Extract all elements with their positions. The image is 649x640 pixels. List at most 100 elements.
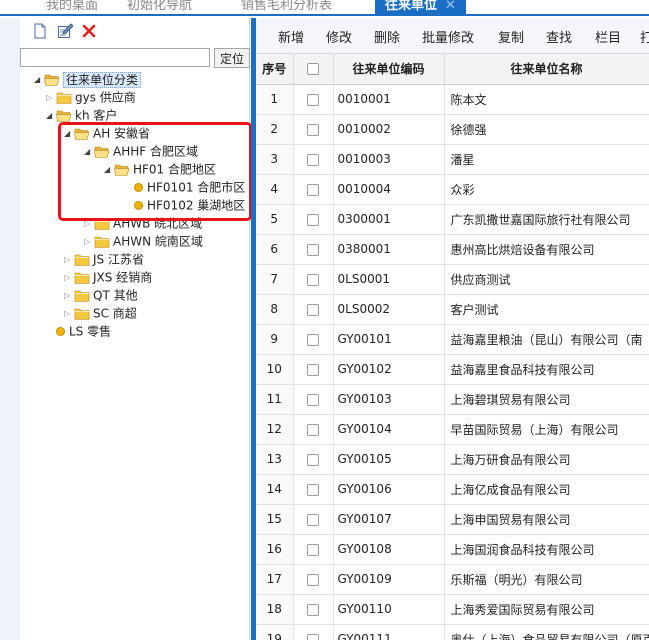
row-checkbox[interactable] xyxy=(307,153,319,166)
tree-node[interactable]: LS 零售 xyxy=(46,322,111,340)
table-row[interactable]: 8 0LS0002 客户测试 xyxy=(256,294,649,325)
row-select[interactable] xyxy=(293,144,334,175)
table-row[interactable]: 12 GY00104 早苗国际贸易（上海）有限公司 xyxy=(256,414,649,445)
tree-node[interactable]: ▷ AHWN 皖南区域 xyxy=(84,232,203,250)
tree-node[interactable]: ◢ kh 客户 xyxy=(46,106,117,124)
close-icon[interactable]: ✕ xyxy=(445,0,456,13)
table-row[interactable]: 1 0010001 陈本文 xyxy=(256,84,649,115)
tab-my-desktop[interactable]: 我的桌面 xyxy=(46,0,98,14)
new-file-icon[interactable] xyxy=(32,23,48,39)
row-select[interactable] xyxy=(293,204,334,235)
table-row[interactable]: 9 GY00101 益海嘉里粮油（昆山）有限公司（南 xyxy=(256,324,649,355)
tab-init-nav[interactable]: 初始化导航 xyxy=(127,0,192,14)
select-all-checkbox[interactable] xyxy=(307,63,319,76)
row-checkbox[interactable] xyxy=(307,573,319,586)
row-select[interactable] xyxy=(293,354,334,385)
row-checkbox[interactable] xyxy=(307,273,319,286)
row-select[interactable] xyxy=(293,294,334,325)
row-checkbox[interactable] xyxy=(307,363,319,376)
tree-node[interactable]: ▷ JS 江苏省 xyxy=(64,250,144,268)
tree-expand-icon[interactable]: ▷ xyxy=(84,233,94,251)
tree-node[interactable]: ◢ 往来单位分类 xyxy=(34,70,142,89)
row-checkbox[interactable] xyxy=(307,633,319,640)
row-select[interactable] xyxy=(293,234,334,265)
tree-collapse-icon[interactable]: ◢ xyxy=(84,143,94,161)
table-row[interactable]: 17 GY00109 乐斯福（明光）有限公司 xyxy=(256,564,649,595)
tree-node[interactable]: ▷ gys 供应商 xyxy=(46,88,136,106)
tree-expand-icon[interactable]: ▷ xyxy=(46,89,56,107)
table-row[interactable]: 4 0010004 众彩 xyxy=(256,174,649,205)
row-checkbox[interactable] xyxy=(307,543,319,556)
toolbar-button[interactable]: 批量修改 xyxy=(422,27,474,46)
row-checkbox[interactable] xyxy=(307,423,319,436)
col-header-name[interactable]: 往来单位名称 xyxy=(444,54,649,85)
row-select[interactable] xyxy=(293,504,334,535)
table-row[interactable]: 10 GY00102 益海嘉里食品科技有限公司 xyxy=(256,354,649,385)
row-select[interactable] xyxy=(293,324,334,355)
tree-node[interactable]: ▷ AHWB 皖北区域 xyxy=(84,214,202,232)
table-row[interactable]: 3 0010003 潘星 xyxy=(256,144,649,175)
row-select[interactable] xyxy=(293,84,334,115)
row-checkbox[interactable] xyxy=(307,453,319,466)
row-checkbox[interactable] xyxy=(307,243,319,256)
row-select[interactable] xyxy=(293,264,334,295)
row-checkbox[interactable] xyxy=(307,303,319,316)
table-row[interactable]: 6 0380001 惠州高比烘焙设备有限公司 xyxy=(256,234,649,265)
tree-expand-icon[interactable]: ▷ xyxy=(64,287,74,305)
tree-node[interactable]: ▷ SC 商超 xyxy=(64,304,137,322)
row-checkbox[interactable] xyxy=(307,213,319,226)
table-row[interactable]: 18 GY00110 上海秀爱国际贸易有限公司 xyxy=(256,594,649,625)
tab-contacts[interactable]: 往来单位 ✕ xyxy=(375,0,466,14)
table-row[interactable]: 16 GY00108 上海国润食品科技有限公司 xyxy=(256,534,649,565)
row-select[interactable] xyxy=(293,594,334,625)
toolbar-button[interactable]: 修改 xyxy=(326,27,352,46)
table-row[interactable]: 19 GY00111 奥仕（上海）食品贸易有限公司（原百 xyxy=(256,624,649,640)
tree-node[interactable]: HF0101 合肥市区 xyxy=(124,178,245,196)
search-input[interactable] xyxy=(20,48,210,67)
row-select[interactable] xyxy=(293,414,334,445)
tree-expand-icon[interactable]: ▷ xyxy=(64,251,74,269)
tree-expand-icon[interactable]: ▷ xyxy=(64,305,74,323)
toolbar-button[interactable]: 新增 xyxy=(278,27,304,46)
row-select[interactable] xyxy=(293,474,334,505)
tree-node[interactable]: ▷ QT 其他 xyxy=(64,286,138,304)
tree-collapse-icon[interactable]: ◢ xyxy=(34,71,44,89)
tree-node[interactable]: ▷ JXS 经销商 xyxy=(64,268,152,286)
row-checkbox[interactable] xyxy=(307,393,319,406)
tab-sales-margin[interactable]: 销售毛利分析表 xyxy=(241,0,332,14)
delete-icon[interactable] xyxy=(81,23,97,39)
col-header-select[interactable] xyxy=(293,54,334,85)
edit-icon[interactable] xyxy=(57,23,74,39)
row-checkbox[interactable] xyxy=(307,333,319,346)
table-row[interactable]: 7 0LS0001 供应商测试 xyxy=(256,264,649,295)
tree-node[interactable]: HF0102 巢湖地区 xyxy=(124,196,245,214)
tree-expand-icon[interactable]: ▷ xyxy=(64,269,74,287)
toolbar-button[interactable]: 删除 xyxy=(374,27,400,46)
row-select[interactable] xyxy=(293,174,334,205)
tree-node[interactable]: ◢ AHHF 合肥区域 xyxy=(84,142,198,160)
row-select[interactable] xyxy=(293,444,334,475)
row-checkbox[interactable] xyxy=(307,183,319,196)
toolbar-button[interactable]: 查找 xyxy=(546,27,572,46)
row-checkbox[interactable] xyxy=(307,93,319,106)
row-select[interactable] xyxy=(293,384,334,415)
row-checkbox[interactable] xyxy=(307,483,319,496)
locate-button[interactable]: 定位 xyxy=(214,48,250,68)
row-select[interactable] xyxy=(293,564,334,595)
toolbar-button[interactable]: 打 xyxy=(640,27,649,46)
tree-collapse-icon[interactable]: ◢ xyxy=(64,125,74,143)
toolbar-button[interactable]: 复制 xyxy=(498,27,524,46)
table-row[interactable]: 15 GY00107 上海申国贸易有限公司 xyxy=(256,504,649,535)
row-select[interactable] xyxy=(293,624,334,640)
tree-expand-icon[interactable]: ▷ xyxy=(84,215,94,233)
toolbar-button[interactable]: 栏目 xyxy=(595,27,621,46)
col-header-seq[interactable]: 序号 xyxy=(256,54,294,85)
table-row[interactable]: 11 GY00103 上海碧琪贸易有限公司 xyxy=(256,384,649,415)
row-checkbox[interactable] xyxy=(307,603,319,616)
tree-collapse-icon[interactable]: ◢ xyxy=(46,107,56,125)
table-row[interactable]: 14 GY00106 上海亿成食品有限公司 xyxy=(256,474,649,505)
table-row[interactable]: 5 0300001 广东凯撒世嘉国际旅行社有限公司 xyxy=(256,204,649,235)
row-checkbox[interactable] xyxy=(307,123,319,136)
row-select[interactable] xyxy=(293,114,334,145)
row-checkbox[interactable] xyxy=(307,513,319,526)
